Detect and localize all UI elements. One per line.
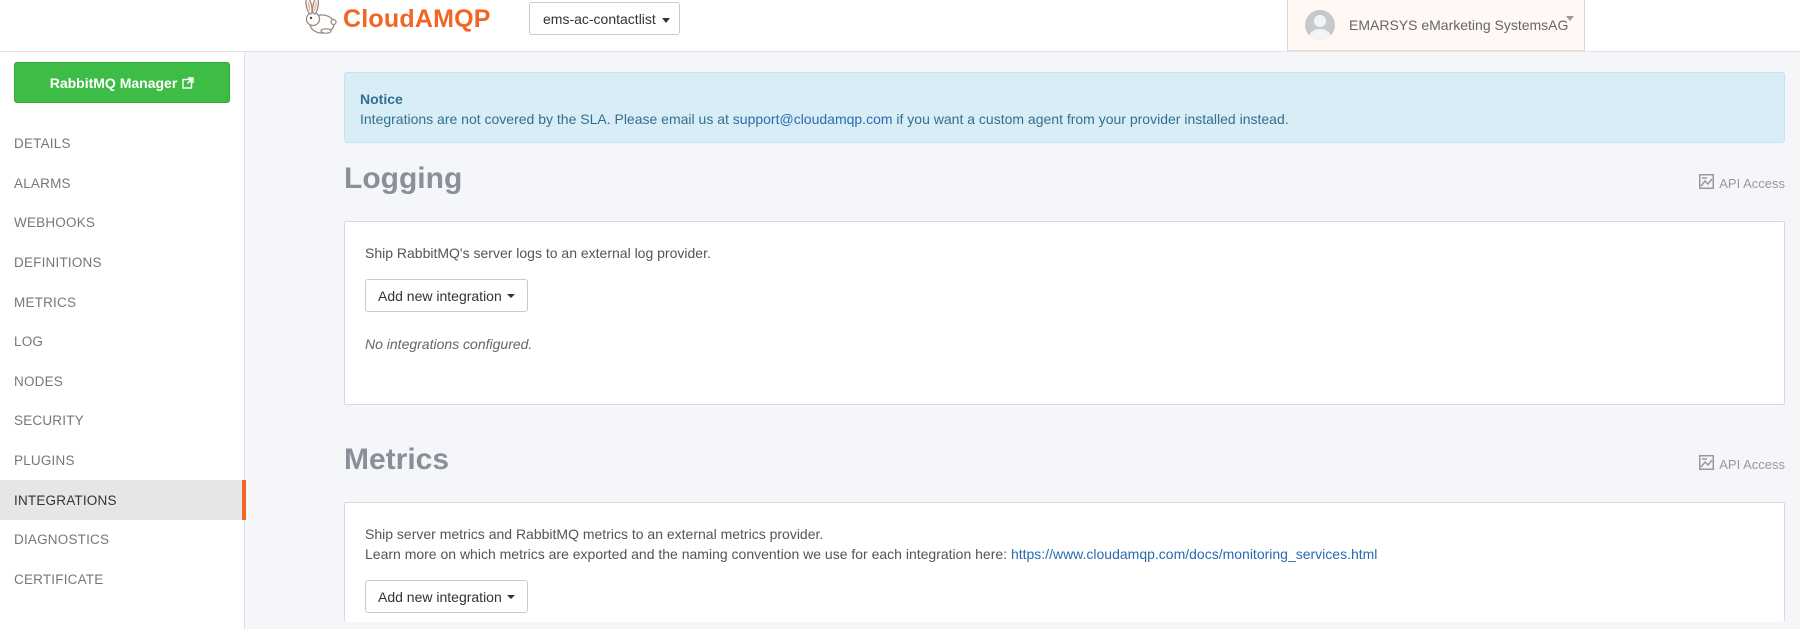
sidebar-item-metrics[interactable]: METRICS (0, 282, 245, 322)
sidebar-item-certificate[interactable]: CERTIFICATE (0, 560, 245, 600)
metrics-description-1: Ship server metrics and RabbitMQ metrics… (365, 526, 824, 542)
user-name: EMARSYS eMarketing SystemsAG (1349, 17, 1569, 33)
rabbit-logo-icon (300, 0, 340, 41)
external-link-icon (182, 76, 194, 89)
metrics-add-integration-label: Add new integration (378, 588, 502, 605)
notice-title: Notice (360, 91, 403, 107)
metrics-api-access-link[interactable]: API Access (1699, 455, 1785, 473)
metrics-header: Metrics API Access (344, 443, 1785, 499)
logging-add-integration-button[interactable]: Add new integration (365, 279, 528, 312)
sidebar-item-log[interactable]: LOG (0, 322, 245, 362)
monitoring-docs-link[interactable]: https://www.cloudamqp.com/docs/monitorin… (1011, 546, 1377, 562)
sidebar-item-definitions[interactable]: DEFINITIONS (0, 243, 245, 283)
metrics-title: Metrics (344, 443, 450, 476)
logging-description: Ship RabbitMQ's server logs to an extern… (365, 245, 711, 261)
logging-header: Logging API Access (344, 162, 1785, 218)
chevron-down-icon (506, 293, 515, 298)
rabbitmq-manager-button[interactable]: RabbitMQ Manager (14, 62, 230, 103)
notice-text: Integrations are not covered by the SLA.… (360, 109, 1769, 129)
sidebar-item-diagnostics[interactable]: DIAGNOSTICS (0, 520, 245, 560)
metrics-panel: Ship server metrics and RabbitMQ metrics… (344, 502, 1785, 622)
sidebar-item-security[interactable]: SECURITY (0, 401, 245, 441)
instance-select[interactable]: ems-ac-contactlist (529, 2, 680, 35)
logging-title: Logging (344, 162, 463, 195)
sidebar-nav: DETAILS ALARMS WEBHOOKS DEFINITIONS METR… (0, 124, 246, 600)
support-email-link[interactable]: support@cloudamqp.com (733, 111, 893, 127)
api-access-icon (1699, 174, 1719, 192)
sidebar-item-integrations[interactable]: INTEGRATIONS (0, 480, 246, 520)
chevron-down-icon (1566, 16, 1574, 21)
notice-text-after: if you want a custom agent from your pro… (892, 111, 1289, 127)
metrics-api-access-label: API Access (1719, 456, 1785, 472)
metrics-description-2-text: Learn more on which metrics are exported… (365, 546, 1011, 562)
user-avatar-icon (1305, 10, 1335, 40)
chevron-down-icon (662, 18, 670, 23)
top-bar: CloudAMQP ems-ac-contactlist EMARSYS eMa… (0, 0, 1800, 52)
user-menu[interactable]: EMARSYS eMarketing SystemsAG (1287, 0, 1585, 51)
logging-add-integration-label: Add new integration (378, 287, 502, 304)
sidebar-item-details[interactable]: DETAILS (0, 124, 245, 164)
metrics-add-integration-button[interactable]: Add new integration (365, 580, 528, 613)
api-access-icon (1699, 455, 1719, 473)
notice-alert: Notice Integrations are not covered by t… (344, 72, 1785, 143)
sidebar-item-webhooks[interactable]: WEBHOOKS (0, 203, 245, 243)
sidebar-item-plugins[interactable]: PLUGINS (0, 441, 245, 481)
logging-empty-state: No integrations configured. (365, 336, 533, 352)
logging-api-access-link[interactable]: API Access (1699, 174, 1785, 192)
main-content: Notice Integrations are not covered by t… (344, 72, 1785, 622)
chevron-down-icon (506, 594, 515, 599)
sidebar-item-alarms[interactable]: ALARMS (0, 164, 245, 204)
sidebar: RabbitMQ Manager DETAILS ALARMS WEBHOOKS… (0, 52, 246, 629)
logging-panel: Ship RabbitMQ's server logs to an extern… (344, 221, 1785, 405)
sidebar-item-nodes[interactable]: NODES (0, 362, 245, 402)
brand[interactable]: CloudAMQP (300, 0, 491, 38)
rabbitmq-manager-label: RabbitMQ Manager (49, 74, 178, 91)
instance-select-value: ems-ac-contactlist (543, 10, 656, 27)
metrics-description-2: Learn more on which metrics are exported… (365, 544, 1764, 564)
brand-name: CloudAMQP (343, 4, 491, 33)
logging-api-access-label: API Access (1719, 175, 1785, 191)
notice-text-before: Integrations are not covered by the SLA.… (360, 111, 733, 127)
